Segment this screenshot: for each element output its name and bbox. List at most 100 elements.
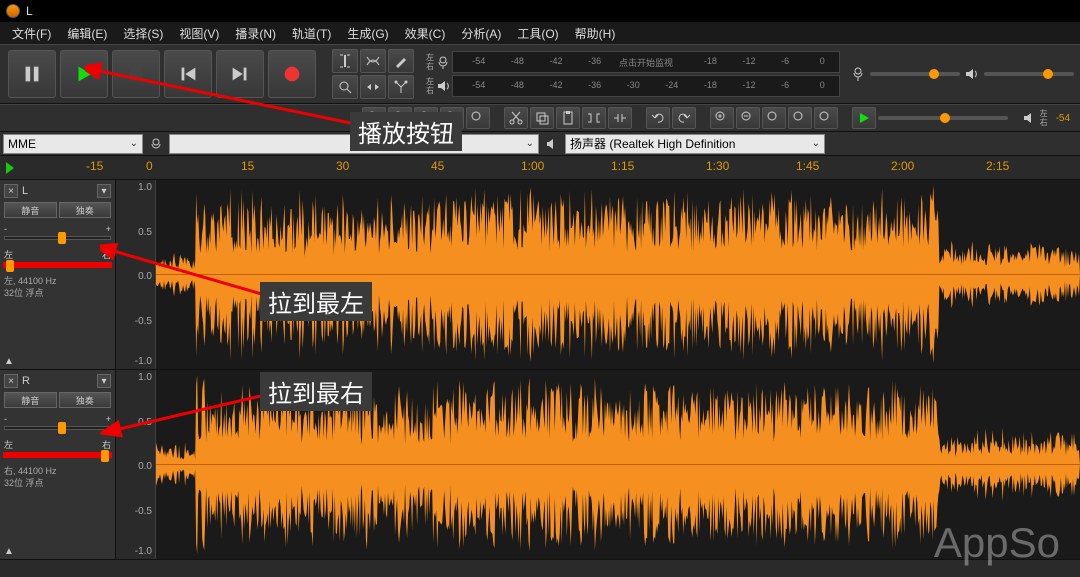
draw-tool-icon[interactable] (388, 49, 414, 73)
mic-icon (146, 137, 166, 151)
menu-edit[interactable]: 编辑(E) (59, 23, 115, 44)
title-bar: L (0, 0, 1080, 22)
pan-slider[interactable] (4, 263, 111, 267)
multi-tool-icon[interactable] (388, 75, 414, 99)
playback-device-dropdown[interactable]: 扬声器 (Realtek High Definition (565, 134, 825, 154)
menu-generate[interactable]: 生成(G) (339, 23, 396, 44)
tools-section (330, 45, 416, 103)
cut-icon[interactable] (504, 107, 528, 129)
fit-project-icon[interactable] (440, 107, 464, 129)
track-row: × R ▾ 静音 独奏 -+ 左右 右, 44100 Hz32位 浮点 ▲ 1.… (0, 370, 1080, 560)
zoom-out-icon[interactable] (736, 107, 760, 129)
selection-tool-icon[interactable] (332, 49, 358, 73)
toolbar-row-2: 左右 -54 (0, 104, 1080, 132)
meter-label: 左右 (1040, 109, 1048, 127)
zoom-toggle-icon[interactable] (814, 107, 838, 129)
track-row: × L ▾ 静音 独奏 -+ 左右 左, 44100 Hz32位 浮点 ▲ 1.… (0, 180, 1080, 370)
paste-icon[interactable] (556, 107, 580, 129)
mixer-section (844, 66, 1080, 82)
menu-view[interactable]: 视图(V) (171, 23, 227, 44)
zoom-fit-icon[interactable] (788, 107, 812, 129)
track-format-info: 左, 44100 Hz32位 浮点 (4, 275, 111, 299)
pause-button[interactable] (8, 50, 56, 98)
menu-tools[interactable]: 工具(O) (509, 23, 566, 44)
trim-icon[interactable] (582, 107, 606, 129)
menu-bar: 文件(F) 编辑(E) 选择(S) 视图(V) 播录(N) 轨道(T) 生成(G… (0, 22, 1080, 44)
mic-icon (436, 55, 450, 69)
toolbar-row-1: 左右 -54 -48 -42 -36 点击开始监视 -18 -12 -6 0 左… (0, 44, 1080, 104)
timeline-play-icon[interactable] (6, 162, 14, 174)
track-name[interactable]: L (22, 185, 93, 197)
play-speed-slider[interactable] (878, 116, 1008, 120)
track-name[interactable]: R (22, 375, 93, 387)
skip-end-button[interactable] (216, 50, 264, 98)
rec-meter-label: 左右 (426, 53, 434, 71)
playback-volume-slider[interactable] (984, 72, 1074, 76)
window-title: L (26, 4, 33, 18)
track-control-panel[interactable]: × L ▾ 静音 独奏 -+ 左右 左, 44100 Hz32位 浮点 ▲ (0, 180, 116, 369)
play-at-speed-icon[interactable] (852, 107, 876, 129)
timeshift-tool-icon[interactable] (360, 75, 386, 99)
menu-tracks[interactable]: 轨道(T) (284, 23, 339, 44)
waveform-display[interactable]: 1.0 0.5 0.0 -0.5 -1.0 (116, 180, 1080, 369)
track-control-panel[interactable]: × R ▾ 静音 独奏 -+ 左右 右, 44100 Hz32位 浮点 ▲ (0, 370, 116, 559)
pan-slider[interactable] (4, 453, 111, 457)
track-menu-button[interactable]: ▾ (97, 374, 111, 388)
undo-icon[interactable] (646, 107, 670, 129)
redo-icon[interactable] (672, 107, 696, 129)
close-track-button[interactable]: × (4, 184, 18, 198)
speaker-icon (1022, 110, 1038, 126)
silence-icon[interactable] (608, 107, 632, 129)
device-toolbar: MME 扬声器 (Realtek High Definition (0, 132, 1080, 156)
record-button[interactable] (268, 50, 316, 98)
collapse-button[interactable]: ▲ (4, 546, 14, 557)
play-meter-label: 左右 (426, 77, 434, 95)
playback-meter[interactable]: -54 -48 -42 -36 -30 -24 -18 -12 -6 0 (452, 75, 840, 97)
meter-prompt: 点击开始监视 (619, 56, 673, 69)
menu-file[interactable]: 文件(F) (4, 23, 59, 44)
recording-device-dropdown[interactable] (169, 134, 539, 154)
fit-selection-icon[interactable] (414, 107, 438, 129)
zoom-toggle-icon[interactable] (466, 107, 490, 129)
menu-select[interactable]: 选择(S) (115, 23, 171, 44)
copy-icon[interactable] (530, 107, 554, 129)
speaker-icon (964, 66, 980, 82)
speaker-icon (542, 137, 562, 151)
zoom-sel-icon[interactable] (762, 107, 786, 129)
solo-button[interactable]: 独奏 (59, 202, 112, 218)
solo-button[interactable]: 独奏 (59, 392, 112, 408)
transport-controls (0, 44, 324, 104)
play-button[interactable] (60, 50, 108, 98)
playback-meter-val: -54 (1050, 113, 1076, 124)
track-format-info: 右, 44100 Hz32位 浮点 (4, 465, 111, 489)
audio-host-dropdown[interactable]: MME (3, 134, 143, 154)
menu-effect[interactable]: 效果(C) (397, 23, 454, 44)
tracks-area: × L ▾ 静音 独奏 -+ 左右 左, 44100 Hz32位 浮点 ▲ 1.… (0, 180, 1080, 560)
recording-volume-slider[interactable] (870, 72, 960, 76)
zoom-in-icon[interactable] (710, 107, 734, 129)
app-icon (6, 4, 20, 18)
recording-meter[interactable]: -54 -48 -42 -36 点击开始监视 -18 -12 -6 0 (452, 51, 840, 73)
gain-slider[interactable] (4, 236, 111, 240)
amplitude-scale: 1.0 0.5 0.0 -0.5 -1.0 (116, 370, 156, 559)
zoom-out-icon[interactable] (388, 107, 412, 129)
stop-button[interactable] (112, 50, 160, 98)
amplitude-scale: 1.0 0.5 0.0 -0.5 -1.0 (116, 180, 156, 369)
menu-analyze[interactable]: 分析(A) (453, 23, 509, 44)
collapse-button[interactable]: ▲ (4, 356, 14, 367)
zoom-tool-icon[interactable] (332, 75, 358, 99)
mute-button[interactable]: 静音 (4, 392, 57, 408)
mic-icon (850, 66, 866, 82)
track-menu-button[interactable]: ▾ (97, 184, 111, 198)
menu-transport[interactable]: 播录(N) (227, 23, 284, 44)
close-track-button[interactable]: × (4, 374, 18, 388)
envelope-tool-icon[interactable] (360, 49, 386, 73)
menu-help[interactable]: 帮助(H) (567, 23, 624, 44)
skip-start-button[interactable] (164, 50, 212, 98)
waveform-display[interactable]: 1.0 0.5 0.0 -0.5 -1.0 (116, 370, 1080, 559)
mute-button[interactable]: 静音 (4, 202, 57, 218)
speaker-icon (436, 79, 450, 93)
gain-slider[interactable] (4, 426, 111, 430)
zoom-in-icon[interactable] (362, 107, 386, 129)
timeline-ruler[interactable]: -15 0 15 30 45 1:00 1:15 1:30 1:45 2:00 … (0, 156, 1080, 180)
